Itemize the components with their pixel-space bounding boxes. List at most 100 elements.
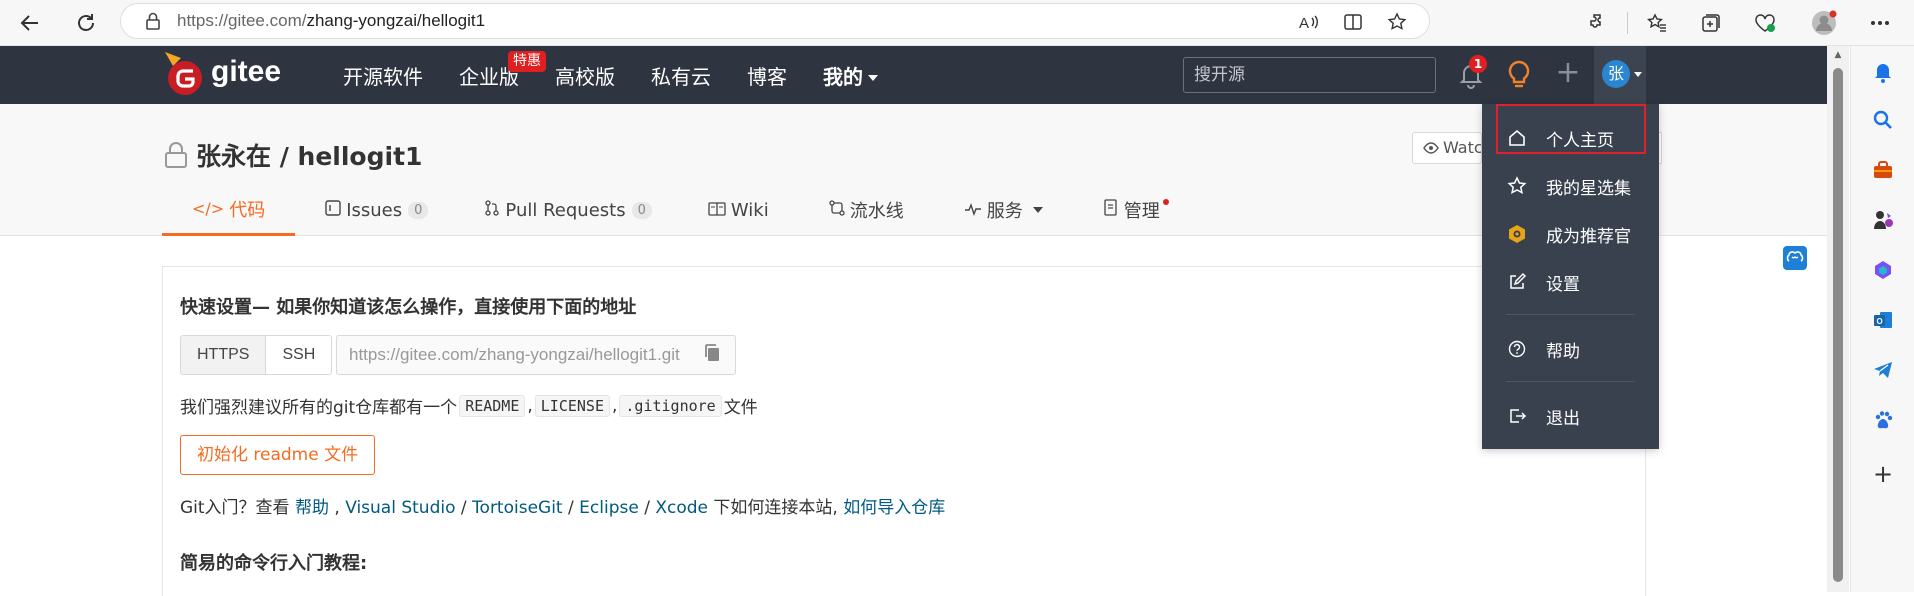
- telegram-send-icon[interactable]: [1871, 358, 1895, 382]
- nav-open-source[interactable]: 开源软件: [343, 61, 423, 90]
- wiki-icon: [708, 201, 726, 220]
- menu-item-recommend-label: 成为推荐官: [1546, 226, 1631, 247]
- clone-url-input[interactable]: https://gitee.com/zhang-yongzai/hellogit…: [336, 335, 736, 375]
- svg-text:O: O: [1877, 317, 1883, 326]
- more-options-icon[interactable]: [1864, 7, 1896, 39]
- ssh-button[interactable]: SSH: [266, 335, 333, 375]
- tab-service-label: 服务: [986, 201, 1023, 222]
- menu-divider: [1506, 381, 1635, 382]
- tab-issues[interactable]: Issues 0: [295, 184, 454, 236]
- browser-essentials-icon[interactable]: [1749, 7, 1781, 39]
- project-title: 张永在 / hellogit1: [164, 137, 422, 173]
- star-icon: [1506, 175, 1528, 197]
- avatar: 张: [1602, 60, 1630, 88]
- menu-item-starred[interactable]: 我的星选集: [1482, 166, 1659, 206]
- search-input[interactable]: 搜开源: [1183, 57, 1436, 93]
- readme-file-label: README: [459, 394, 526, 417]
- favorite-star-icon[interactable]: [1385, 10, 1409, 34]
- git-intro-prefix: Git入门？查看: [180, 498, 290, 518]
- https-button[interactable]: HTTPS: [180, 335, 267, 375]
- menu-item-help[interactable]: 帮助: [1482, 329, 1659, 369]
- search-icon[interactable]: [1871, 108, 1895, 132]
- issues-count: 0: [408, 201, 429, 219]
- address-bar[interactable]: https://gitee.com/zhang-yongzai/hellogit…: [120, 3, 1430, 39]
- special-offer-badge: 特惠: [508, 51, 546, 72]
- profile-avatar-icon[interactable]: [1808, 7, 1840, 39]
- help-link[interactable]: 帮助: [295, 498, 329, 518]
- quick-setup-title: 快速设置— 如果你知道该怎么操作，直接使用下面的地址: [180, 297, 637, 318]
- split-screen-icon[interactable]: [1341, 10, 1365, 34]
- import-repo-link[interactable]: 如何导入仓库: [843, 498, 945, 518]
- tab-pipeline-label: 流水线: [849, 201, 904, 222]
- games-icon[interactable]: [1871, 208, 1895, 232]
- ai-assistant-icon[interactable]: [1783, 246, 1807, 270]
- tab-code-label: 代码: [229, 199, 266, 221]
- menu-item-recommend[interactable]: 成为推荐官: [1482, 214, 1659, 254]
- page-scrollbar[interactable]: ▲: [1827, 46, 1849, 592]
- create-plus-icon[interactable]: +: [1554, 58, 1582, 88]
- microsoft-365-icon[interactable]: [1871, 258, 1895, 282]
- collections-icon[interactable]: [1695, 7, 1727, 39]
- menu-divider: [1506, 314, 1635, 315]
- menu-item-settings[interactable]: 设置: [1482, 262, 1659, 302]
- visual-studio-link[interactable]: Visual Studio: [345, 498, 455, 518]
- scroll-up-arrow-icon[interactable]: ▲: [1833, 50, 1843, 60]
- init-readme-button[interactable]: 初始化 readme 文件: [180, 435, 376, 475]
- add-sidebar-app-icon[interactable]: +: [1871, 460, 1895, 488]
- shopping-icon[interactable]: [1871, 158, 1895, 182]
- user-dropdown-menu: 个人主页 我的星选集 成为推荐官 设置 帮助 退出: [1482, 104, 1659, 449]
- user-menu-trigger[interactable]: 张: [1594, 46, 1646, 104]
- project-tabs: </> 代码 Issues 0 Pull Requests 0 Wiki 流水线 服务: [162, 184, 1190, 236]
- tab-wiki[interactable]: Wiki: [678, 184, 799, 236]
- gitee-logo-text: gitee: [211, 55, 282, 88]
- nav-private-cloud[interactable]: 私有云: [651, 61, 711, 90]
- lightbulb-icon[interactable]: [1506, 60, 1532, 88]
- caret-down-icon: [1634, 72, 1642, 77]
- tab-wiki-label: Wiki: [730, 199, 769, 221]
- baidu-paw-icon[interactable]: [1871, 408, 1895, 432]
- recommend-prefix: 我们强烈建议所有的git仓库都有一个: [180, 398, 458, 418]
- menu-item-logout[interactable]: 退出: [1482, 396, 1659, 436]
- copy-icon[interactable]: [703, 343, 725, 365]
- gitee-logo[interactable]: gitee: [163, 52, 282, 95]
- tab-issues-label: Issues: [346, 199, 403, 221]
- nav-education[interactable]: 高校版: [555, 61, 615, 90]
- git-intro-mid: 下如何连接本站,: [713, 498, 838, 518]
- gitee-logo-icon: [163, 52, 203, 95]
- license-file-label: LICENSE: [534, 394, 610, 417]
- nav-mine[interactable]: 我的: [823, 61, 878, 90]
- back-icon[interactable]: [14, 7, 46, 39]
- tab-pipeline[interactable]: 流水线: [799, 184, 934, 236]
- svg-text:A: A: [1299, 15, 1309, 32]
- tab-service[interactable]: 服务: [934, 184, 1073, 236]
- scrollbar-thumb[interactable]: [1833, 68, 1843, 582]
- tab-pull-requests[interactable]: Pull Requests 0: [454, 184, 677, 236]
- extensions-icon[interactable]: [1583, 7, 1615, 39]
- pull-request-icon: [484, 200, 500, 220]
- code-icon: </>: [192, 199, 225, 218]
- outlook-icon[interactable]: O: [1871, 308, 1895, 332]
- tab-code[interactable]: </> 代码: [162, 184, 296, 236]
- chevron-down-icon: [1032, 207, 1043, 213]
- tab-manage[interactable]: 管理: [1073, 184, 1190, 236]
- manage-icon: [1103, 199, 1119, 221]
- gitignore-file-label: .gitignore: [619, 394, 722, 417]
- tortoisegit-link[interactable]: TortoiseGit: [472, 498, 563, 518]
- logout-icon: [1506, 405, 1528, 427]
- watch-button[interactable]: Watch: [1412, 132, 1482, 164]
- private-lock-icon: [165, 142, 187, 168]
- nav-blog[interactable]: 博客: [747, 61, 787, 90]
- lock-icon[interactable]: [143, 11, 163, 31]
- help-icon: [1506, 338, 1528, 360]
- protocol-switch: HTTPS SSH: [180, 335, 333, 375]
- copilot-bell-icon[interactable]: [1871, 60, 1895, 84]
- nav-mine-label: 我的: [823, 64, 863, 89]
- tab-pull-requests-label: Pull Requests: [505, 199, 626, 221]
- read-aloud-icon[interactable]: A: [1297, 10, 1321, 34]
- repo-name[interactable]: 张永在 / hellogit1: [196, 137, 422, 173]
- refresh-icon[interactable]: [70, 7, 102, 39]
- xcode-link[interactable]: Xcode: [655, 498, 708, 518]
- highlight-box: [1496, 104, 1646, 154]
- favorites-icon[interactable]: [1641, 7, 1673, 39]
- eclipse-link[interactable]: Eclipse: [579, 498, 639, 518]
